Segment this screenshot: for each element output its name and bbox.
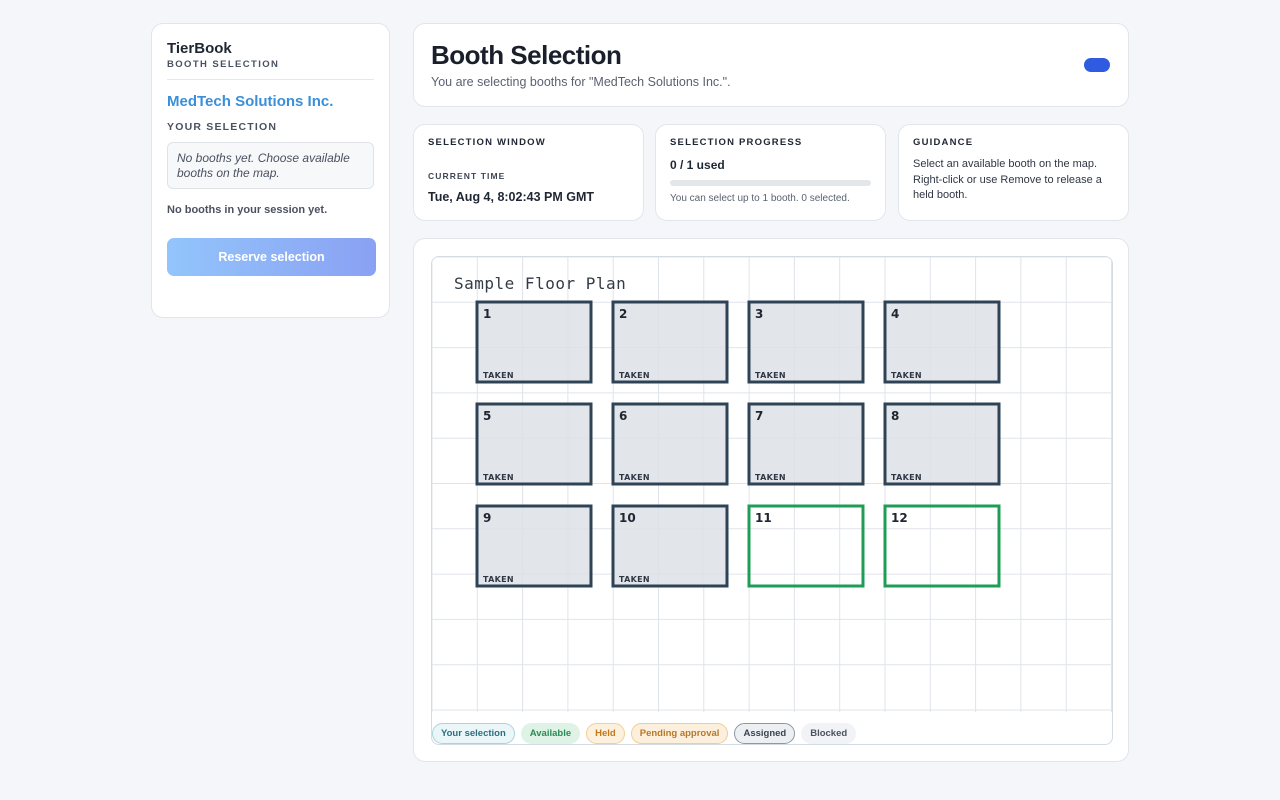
booth-5-outline <box>475 402 593 486</box>
progress-used-text: 0 / 1 used <box>670 158 725 172</box>
booth-4-number: 4 <box>891 307 899 321</box>
booth-4[interactable]: 4 TAKEN <box>883 300 1001 384</box>
booth-6[interactable]: 6 TAKEN <box>611 402 729 486</box>
booth-layer: 1 TAKEN 2 TAKEN 3 TAKEN 4 TAKEN 5 TAKEN 6 TAKEN 7 TAK… <box>475 300 1001 588</box>
booth-1-outline <box>475 300 593 384</box>
booth-1-taken-label: TAKEN <box>483 371 514 380</box>
booth-2-taken-label: TAKEN <box>619 371 650 380</box>
legend: Your selection Available Held Pending ap… <box>432 723 857 744</box>
selection-progress-heading: SELECTION PROGRESS <box>670 137 803 148</box>
current-time-value: Tue, Aug 4, 8:02:43 PM GMT <box>428 190 594 204</box>
guidance-card: GUIDANCE Select an available booth on th… <box>898 124 1129 221</box>
header-panel: Booth Selection You are selecting booths… <box>413 23 1129 107</box>
booth-7-number: 7 <box>755 409 763 423</box>
booth-1[interactable]: 1 TAKEN <box>475 300 593 384</box>
legend-available: Available <box>520 723 581 744</box>
selection-window-heading: SELECTION WINDOW <box>428 137 546 148</box>
legend-held: Held <box>586 723 625 744</box>
booth-7-outline <box>747 402 865 486</box>
booth-12-number: 12 <box>891 511 908 525</box>
booth-2-outline <box>611 300 729 384</box>
floor-plan-frame: Sample Floor Plan 1 TAKEN 2 TAKEN 3 TAKEN 4 TAK… <box>431 256 1113 745</box>
booth-2-number: 2 <box>619 307 627 321</box>
floor-plan-title: Sample Floor Plan <box>454 274 626 293</box>
booth-10[interactable]: 10 TAKEN <box>611 504 729 588</box>
booth-4-outline <box>883 300 1001 384</box>
booth-8-outline <box>883 402 1001 486</box>
guidance-text: Select an available booth on the map. Ri… <box>913 158 1102 201</box>
booth-7-taken-label: TAKEN <box>755 473 786 482</box>
booth-6-outline <box>611 402 729 486</box>
booth-8[interactable]: 8 TAKEN <box>883 402 1001 486</box>
booth-6-number: 6 <box>619 409 627 423</box>
booth-5-taken-label: TAKEN <box>483 473 514 482</box>
company-name: MedTech Solutions Inc. <box>167 93 334 110</box>
progress-note: You can select up to 1 booth. 0 selected… <box>670 193 850 204</box>
booth-5[interactable]: 5 TAKEN <box>475 402 593 486</box>
booth-3-taken-label: TAKEN <box>755 371 786 380</box>
floor-plan-card: Sample Floor Plan 1 TAKEN 2 TAKEN 3 TAKEN 4 TAK… <box>413 238 1129 762</box>
current-time-label: CURRENT TIME <box>428 171 506 181</box>
booth-5-number: 5 <box>483 409 491 423</box>
booth-9-number: 9 <box>483 511 491 525</box>
booth-10-taken-label: TAKEN <box>619 575 650 584</box>
page-subtitle: You are selecting booths for "MedTech So… <box>431 75 731 89</box>
booth-3[interactable]: 3 TAKEN <box>747 300 865 384</box>
legend-assigned: Assigned <box>734 723 796 744</box>
progress-bar <box>670 180 871 186</box>
session-note: No booths in your session yet. <box>167 204 328 216</box>
booth-6-taken-label: TAKEN <box>619 473 650 482</box>
booth-4-taken-label: TAKEN <box>891 371 922 380</box>
booth-7[interactable]: 7 TAKEN <box>747 402 865 486</box>
empty-selection-box: No booths yet. Choose available booths o… <box>167 142 374 189</box>
reserve-selection-button[interactable]: Reserve selection <box>167 238 376 276</box>
legend-blocked: Blocked <box>801 723 857 744</box>
booth-8-taken-label: TAKEN <box>891 473 922 482</box>
legend-pending-approval: Pending approval <box>630 723 729 744</box>
your-selection-label: YOUR SELECTION <box>167 121 278 133</box>
booth-2[interactable]: 2 TAKEN <box>611 300 729 384</box>
booth-9[interactable]: 9 TAKEN <box>475 504 593 588</box>
selection-window-card: SELECTION WINDOW CURRENT TIME Tue, Aug 4… <box>413 124 644 221</box>
floor-plan-map[interactable]: Sample Floor Plan 1 TAKEN 2 TAKEN 3 TAKEN 4 TAK… <box>432 257 1113 712</box>
guidance-heading: GUIDANCE <box>913 137 974 148</box>
app-title: TierBook <box>167 40 232 57</box>
legend-your-selection: Your selection <box>432 723 515 744</box>
page-title: Booth Selection <box>431 40 622 70</box>
header-toggle-button[interactable] <box>1084 58 1110 72</box>
booth-8-number: 8 <box>891 409 899 423</box>
app-subtitle: BOOTH SELECTION <box>167 59 280 70</box>
booth-10-number: 10 <box>619 511 636 525</box>
selection-progress-card: SELECTION PROGRESS 0 / 1 used You can se… <box>655 124 886 221</box>
booth-9-taken-label: TAKEN <box>483 575 514 584</box>
sidebar-divider <box>167 79 374 80</box>
booth-9-outline <box>475 504 593 588</box>
booth-1-number: 1 <box>483 307 491 321</box>
sidebar-panel: TierBook BOOTH SELECTION MedTech Solutio… <box>151 23 390 318</box>
booth-11-number: 11 <box>755 511 772 525</box>
booth-3-number: 3 <box>755 307 763 321</box>
booth-3-outline <box>747 300 865 384</box>
